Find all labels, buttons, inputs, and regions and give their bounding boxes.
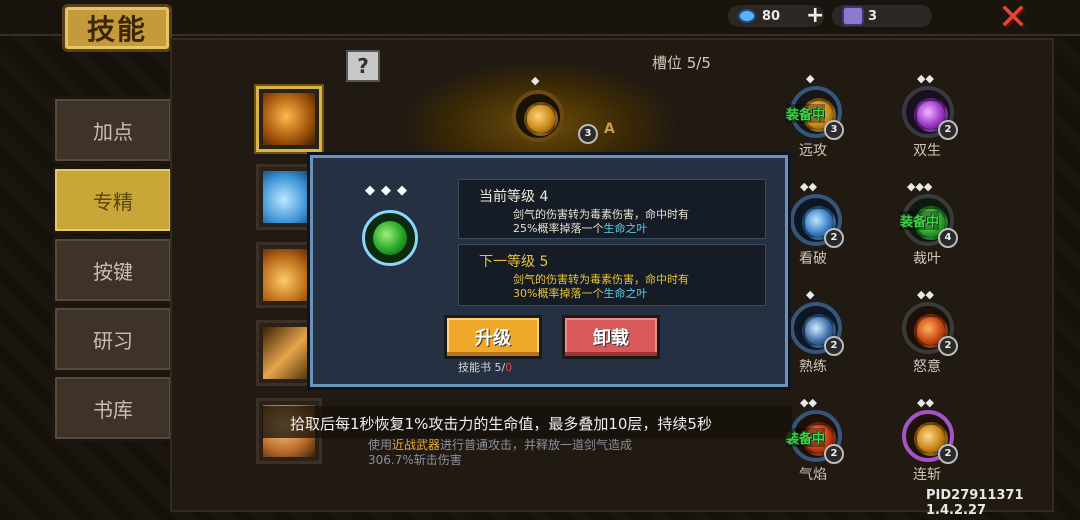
skill-name: 熟练 [799,359,827,375]
page-title: 技能 [86,13,147,46]
next-level-desc-2: 30%概率掉落一个生命之叶 [513,285,647,301]
skill-level: 2 [938,120,958,140]
tooltip-toast: 拾取后每1秒恢复1%攻击力的生命值，最多叠加10层，持续5秒 [262,406,792,438]
next-level-title: 下一等级 5 [479,254,549,270]
skill-level: 4 [938,228,958,248]
sidebar-item-label: 研习 [93,328,133,353]
current-level-desc-2: 25%概率掉落一个生命之叶 [513,220,647,236]
upgrade-button[interactable]: 升级 [444,315,542,359]
center-marker: A [604,121,615,137]
skill-level: 2 [938,336,958,356]
skill-level: 2 [824,336,844,356]
skill-description-damage: 306.7%斩击伤害 [368,453,462,467]
diamond-icon: ◆◆ [917,72,934,85]
material-counter: 3 [832,5,932,27]
slot-count: 槽位 5/5 [652,54,711,72]
next-level-box: 下一等级 5 剑气的伤害转为毒素伤害，命中时有 30%概率掉落一个生命之叶 [458,244,766,306]
next-level-chance: 30%概率掉落一个 [513,287,604,300]
skills-title-tab: 技能 [62,4,172,52]
skill-book-have: 0 [505,361,513,374]
diamond-icon: ◆◆◆ [907,180,933,193]
current-level-chance: 25%概率掉落一个 [513,222,604,235]
skill-book-count: 技能书 5/0 [458,359,512,375]
sidebar-item-label: 专精 [93,189,133,214]
equipped-badge: 装备中 [786,104,826,123]
gem-icon [738,9,756,23]
skill-name: 气焰 [799,467,827,483]
equipped-badge: 装备中 [900,211,940,230]
diamond-icon: ◆◆ [917,396,934,409]
sidebar-item-library[interactable]: 书库 [52,374,174,442]
life-leaf-link: 生命之叶 [603,287,648,300]
skill-name: 怒意 [913,359,941,375]
skill-rank-diamonds: ◆◆◆ [365,183,413,198]
diamond-icon: ◆◆ [800,396,817,409]
gem-count: 80 [762,8,781,24]
center-skill-orb[interactable] [512,90,564,142]
diamond-icon: ◆◆ [800,180,817,193]
diamond-icon: ◆ [806,288,815,301]
skill-name: 双生 [913,143,941,159]
sidebar-item-label: 按键 [93,259,133,284]
center-skill-level: 3 [578,124,598,144]
sidebar-item-study[interactable]: 研习 [52,305,174,373]
close-icon[interactable]: ✕ [996,0,1030,36]
sidebar-item-label: 加点 [93,119,133,144]
selected-skill-orb [362,210,418,266]
material-icon [842,6,864,26]
material-count: 3 [868,8,878,24]
current-level-title: 当前等级 4 [479,189,549,205]
skill-slot-1[interactable] [256,86,322,152]
skill-book-label: 技能书 5/ [458,361,506,374]
skill-level: 2 [824,444,844,464]
skill-name: 连斩 [913,467,941,483]
tooltip-text: 拾取后每1秒恢复1%攻击力的生命值，最多叠加10层，持续5秒 [290,415,712,433]
skill-level: 2 [824,228,844,248]
sidebar-item-label: 书库 [93,397,133,422]
sidebar-item-keys[interactable]: 按键 [52,236,174,304]
desc-post: 进行普通攻击，并释放一道剑气造成 [440,438,633,452]
melee-weapon-link: 近战武器 [392,438,441,452]
skill-name: 看破 [799,251,827,267]
skill-level: 3 [824,120,844,140]
diamond-icon: ◆ [531,74,540,87]
skill-level: 2 [938,444,958,464]
sidebar-item-specialization[interactable]: 专精 [52,166,174,234]
life-leaf-link: 生命之叶 [603,222,648,235]
sidebar-item-points[interactable]: 加点 [52,96,174,164]
diamond-icon: ◆◆ [917,288,934,301]
skill-name: 远攻 [799,143,827,159]
current-level-box: 当前等级 4 剑气的伤害转为毒素伤害，命中时有 25%概率掉落一个生命之叶 [458,179,766,239]
skill-name: 裁叶 [913,251,941,267]
version-label: PID27911371 1.4.2.27 [926,488,1024,518]
desc-pre: 使用 [368,438,393,452]
help-button[interactable]: ? [346,50,380,82]
unload-button[interactable]: 卸载 [562,315,660,359]
add-gems-button[interactable]: + [806,3,824,28]
diamond-icon: ◆ [806,72,815,85]
